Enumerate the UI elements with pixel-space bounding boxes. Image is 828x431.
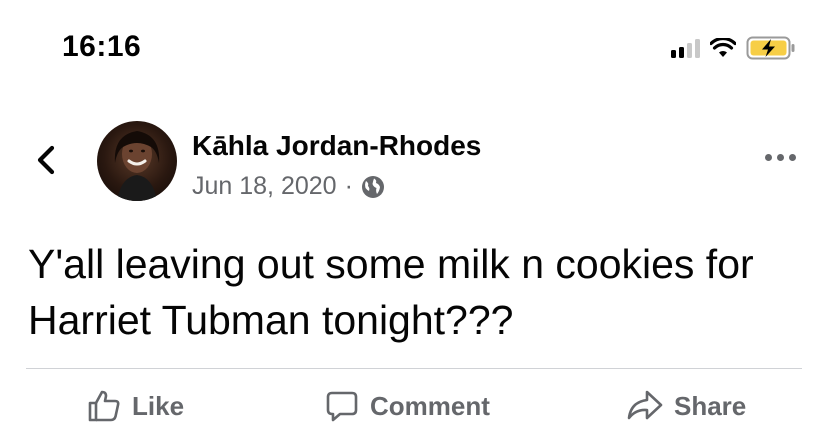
divider <box>26 368 802 369</box>
thumbs-up-icon <box>88 390 120 422</box>
chevron-left-icon[interactable] <box>28 140 68 180</box>
comment-icon <box>326 391 358 422</box>
share-button[interactable]: Share <box>626 388 746 424</box>
author-name[interactable]: Kāhla Jordan-Rhodes <box>192 130 481 162</box>
comment-button[interactable]: Comment <box>324 388 490 424</box>
status-icons <box>671 36 796 60</box>
comment-label: Comment <box>370 390 490 421</box>
post-text: Y'all leaving out some milk n cookies fo… <box>28 241 754 343</box>
like-button[interactable]: Like <box>86 388 184 424</box>
wifi-icon <box>710 38 736 57</box>
avatar[interactable] <box>97 121 177 201</box>
more-horizontal-icon[interactable] <box>765 154 796 161</box>
globe-icon <box>361 175 384 198</box>
post-screen: 16:16 Kāhla Jordan-Rhodes Jun 18, 2020 ·… <box>0 0 828 431</box>
meta-separator: · <box>344 172 353 200</box>
battery-charging-icon <box>746 36 795 60</box>
share-arrow-icon <box>627 390 663 420</box>
post-meta: Jun 18, 2020 · <box>192 172 385 201</box>
like-label: Like <box>132 390 185 421</box>
cellular-signal-icon <box>671 38 700 58</box>
share-label: Share <box>674 390 747 421</box>
post-date[interactable]: Jun 18, 2020 <box>192 172 337 201</box>
status-time: 16:16 <box>62 30 142 63</box>
